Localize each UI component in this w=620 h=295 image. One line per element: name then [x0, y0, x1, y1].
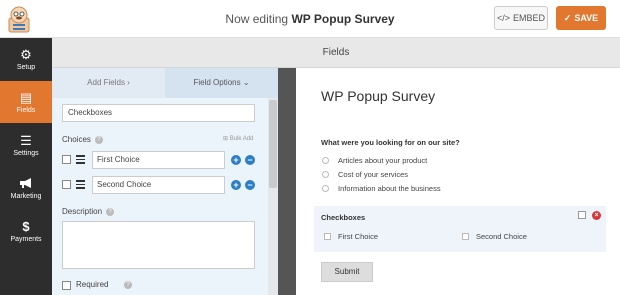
panel-divider	[278, 68, 296, 295]
add-choice-icon[interactable]: +	[231, 180, 241, 190]
choice-input[interactable]: First Choice	[92, 151, 225, 169]
drag-handle-icon[interactable]	[76, 155, 85, 164]
question-label: What were you looking for on our site?	[321, 138, 460, 147]
sidebar-item-settings[interactable]: ☰ Settings	[0, 124, 52, 166]
choice-row: Second Choice + −	[62, 176, 262, 194]
radio-button[interactable]	[322, 185, 329, 192]
default-choice-checkbox[interactable]	[62, 180, 71, 189]
description-textarea[interactable]	[62, 221, 255, 269]
help-icon: ?	[106, 207, 115, 216]
preview-form-title: WP Popup Survey	[321, 88, 436, 104]
required-option: Required ?	[62, 280, 182, 292]
choice-row: First Choice + −	[62, 151, 262, 169]
sidebar-item-setup[interactable]: ⚙ Setup	[0, 38, 52, 80]
check-icon: ✓	[563, 12, 572, 23]
title-prefix: Now editing	[225, 12, 289, 26]
sliders-icon: ☰	[20, 132, 32, 148]
top-header: Now editing WP Popup Survey </> EMBED ✓ …	[0, 0, 620, 38]
choice-input[interactable]: Second Choice	[92, 176, 225, 194]
panel-scrollbar-thumb[interactable]	[269, 100, 277, 188]
megaphone-icon	[19, 176, 33, 190]
sidebar-item-fields[interactable]: ▤ Fields	[0, 81, 52, 123]
dollar-icon: $	[22, 218, 30, 234]
fields-title-bar: Fields	[52, 38, 620, 68]
delete-icon[interactable]: ×	[592, 211, 601, 220]
bulk-add-link[interactable]: ⊞ Bulk Add	[223, 135, 253, 142]
radio-option-label: Information about the business	[338, 184, 441, 193]
tab-add-fields[interactable]: Add Fields ›	[52, 68, 165, 98]
help-icon: ?	[124, 281, 132, 289]
fields-bar-title: Fields	[322, 47, 350, 58]
builder-sidebar: ⚙ Setup ▤ Fields ☰ Settings Marketing $ …	[0, 38, 52, 295]
sidebar-item-payments[interactable]: $ Payments	[0, 210, 52, 252]
code-icon: </>	[496, 13, 510, 23]
choices-label: Choices?	[62, 135, 103, 144]
remove-choice-icon[interactable]: −	[245, 180, 255, 190]
help-icon: ?	[94, 135, 103, 144]
checkbox-option-label: First Choice	[338, 232, 379, 241]
bulk-add-label: Bulk Add	[229, 136, 254, 142]
gear-icon: ⚙	[20, 46, 32, 62]
required-label: Required	[76, 280, 109, 289]
sidebar-item-label: Settings	[13, 150, 39, 157]
add-choice-icon[interactable]: +	[231, 155, 241, 165]
checkbox-option-label: Second Choice	[476, 232, 527, 241]
sidebar-item-label: Payments	[10, 236, 42, 243]
submit-button[interactable]: Submit	[321, 262, 373, 282]
sidebar-item-label: Marketing	[10, 193, 42, 200]
drag-handle-icon[interactable]	[76, 180, 85, 189]
save-label: SAVE	[574, 13, 599, 23]
radio-button[interactable]	[322, 157, 329, 164]
radio-button[interactable]	[322, 171, 329, 178]
field-label-input[interactable]: Checkboxes	[62, 104, 255, 122]
embed-label: EMBED	[513, 13, 546, 23]
required-checkbox[interactable]	[62, 281, 71, 290]
tab-field-options[interactable]: Field Options ⌄	[165, 68, 278, 98]
radio-option-label: Cost of your services	[338, 170, 409, 179]
description-label: Description?	[62, 207, 115, 216]
form-name: WP Popup Survey	[291, 12, 395, 26]
description-label-text: Description	[62, 207, 103, 216]
sidebar-item-label: Setup	[16, 64, 36, 71]
default-choice-checkbox[interactable]	[62, 155, 71, 164]
save-button[interactable]: ✓ SAVE	[556, 6, 606, 30]
checkbox-field-label: Checkboxes	[321, 213, 366, 222]
sidebar-item-marketing[interactable]: Marketing	[0, 167, 52, 209]
radio-option-label: Articles about your product	[338, 156, 428, 165]
panel-tabs: Add Fields › Field Options ⌄	[52, 68, 278, 98]
remove-choice-icon[interactable]: −	[245, 155, 255, 165]
checkbox[interactable]	[462, 233, 469, 240]
duplicate-icon[interactable]	[578, 211, 586, 219]
choices-label-text: Choices	[62, 135, 91, 144]
embed-button[interactable]: </> EMBED	[494, 6, 548, 30]
bulk-add-icon: ⊞	[223, 136, 230, 142]
checkbox[interactable]	[324, 233, 331, 240]
sidebar-item-label: Fields	[16, 107, 36, 114]
fields-icon: ▤	[19, 89, 33, 105]
